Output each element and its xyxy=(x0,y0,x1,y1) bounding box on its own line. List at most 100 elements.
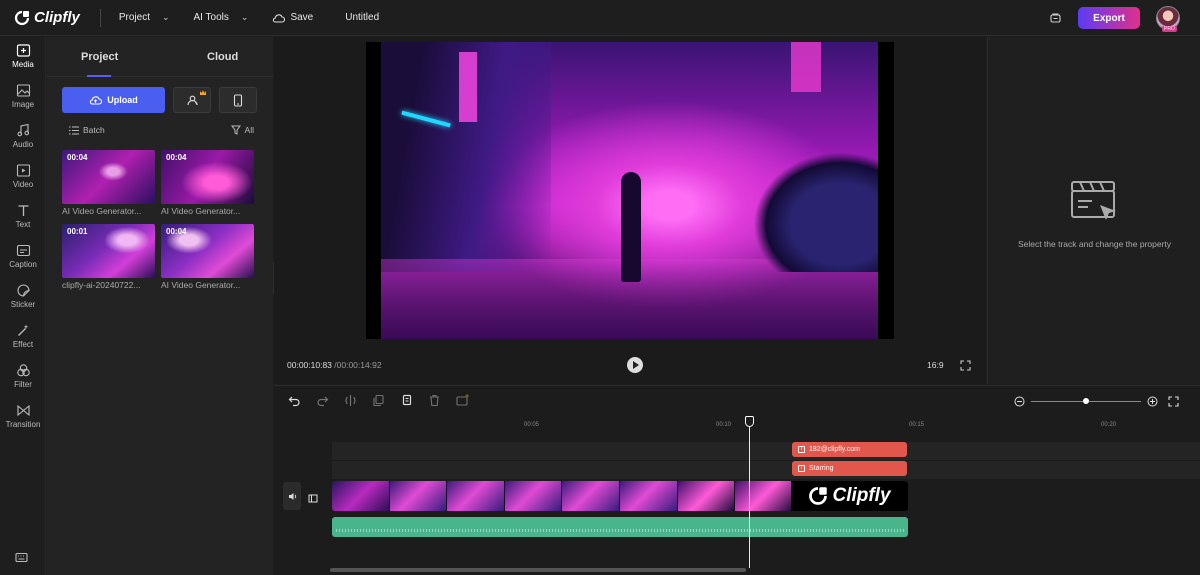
timeline: 00:05 00:10 00:15 00:20 T 182@clipfly.co… xyxy=(274,385,1200,575)
clip-frame xyxy=(677,481,736,511)
audio-waveform xyxy=(336,529,904,532)
media-actions: Upload xyxy=(62,87,257,113)
zoom-out-icon[interactable] xyxy=(1014,396,1025,407)
document-title[interactable]: Untitled xyxy=(345,12,379,23)
upload-label: Upload xyxy=(107,95,138,105)
redo-icon[interactable] xyxy=(316,394,329,407)
crown-icon xyxy=(200,90,206,95)
media-duration: 00:01 xyxy=(67,227,88,236)
scene-figure xyxy=(621,172,641,282)
rail-label: Filter xyxy=(14,380,32,389)
fullscreen-icon xyxy=(960,360,971,371)
top-bar: Clipfly Project ⌄ AI Tools ⌄ Save Untitl… xyxy=(0,0,1200,36)
rail-label: Caption xyxy=(9,260,37,269)
rail-item-audio[interactable]: Audio xyxy=(0,123,46,149)
copy-icon[interactable] xyxy=(372,394,385,407)
filter-label: All xyxy=(244,125,254,135)
speaker-icon xyxy=(288,492,296,500)
rail-label: Audio xyxy=(12,140,34,149)
media-tabs: Project Cloud xyxy=(47,37,273,77)
text-clip-label: 182@clipfly.com xyxy=(809,446,860,453)
avatar[interactable]: PRO xyxy=(1156,6,1180,32)
media-duration: 00:04 xyxy=(166,227,187,236)
keyboard-shortcuts-button[interactable] xyxy=(15,550,28,568)
playhead[interactable] xyxy=(745,416,754,568)
undo-icon[interactable] xyxy=(288,394,301,407)
media-item[interactable]: 00:04 AI Video Generator... xyxy=(161,224,254,290)
rail-item-media[interactable]: Media xyxy=(0,43,46,69)
tab-project[interactable]: Project xyxy=(47,37,147,77)
media-item[interactable]: 00:04 AI Video Generator... xyxy=(62,150,155,216)
audio-clip[interactable] xyxy=(332,517,908,537)
duplicate-icon[interactable] xyxy=(400,394,413,407)
media-duration: 00:04 xyxy=(67,153,88,162)
ai-tools-menu[interactable]: AI Tools ⌄ xyxy=(194,12,249,23)
fit-timeline-icon[interactable] xyxy=(1168,396,1179,407)
media-name: clipfly-ai-20240722... xyxy=(62,280,141,290)
zoom-in-icon[interactable] xyxy=(1147,396,1158,407)
transition-icon xyxy=(16,404,30,417)
rail-item-caption[interactable]: Caption xyxy=(0,243,46,269)
rail-item-filter[interactable]: Filter xyxy=(0,363,46,389)
pro-badge: PRO xyxy=(1162,26,1177,32)
ruler-label: 00:20 xyxy=(1101,422,1117,428)
media-duration: 00:04 xyxy=(166,153,187,162)
zoom-slider[interactable] xyxy=(1031,398,1141,404)
preview-frame xyxy=(381,42,878,339)
upload-button[interactable]: Upload xyxy=(62,87,165,113)
property-panel: Select the track and change the property xyxy=(987,37,1200,384)
filter-button[interactable]: All xyxy=(230,125,254,135)
rail-item-transition[interactable]: Transition xyxy=(0,403,46,429)
rail-item-text[interactable]: Text xyxy=(0,203,46,229)
batch-button[interactable]: Batch xyxy=(69,125,105,135)
clipfly-logo[interactable]: Clipfly xyxy=(14,9,80,26)
mute-track-button[interactable] xyxy=(283,482,301,510)
aspect-ratio-button[interactable]: 16:9 xyxy=(927,360,944,370)
playhead-handle[interactable] xyxy=(745,416,754,427)
ruler-label: 00:15 xyxy=(909,422,925,428)
video-icon xyxy=(16,164,30,177)
clipfly-logo-icon xyxy=(809,487,828,505)
video-preview[interactable] xyxy=(366,42,894,339)
export-button[interactable]: Export xyxy=(1078,7,1140,29)
ruler-label: 00:05 xyxy=(524,422,540,428)
record-audio-button[interactable] xyxy=(173,87,211,113)
project-menu-label: Project xyxy=(118,12,150,23)
delete-icon[interactable] xyxy=(428,394,441,407)
rail-label: Sticker xyxy=(10,300,36,309)
fullscreen-button[interactable] xyxy=(960,358,971,376)
tab-cloud[interactable]: Cloud xyxy=(147,37,273,76)
project-menu[interactable]: Project ⌄ xyxy=(119,12,170,23)
rail-item-video[interactable]: Video xyxy=(0,163,46,189)
save-button[interactable]: Save xyxy=(272,12,313,23)
media-item[interactable]: 00:04 AI Video Generator... xyxy=(161,150,254,216)
split-icon[interactable] xyxy=(344,394,357,407)
playback-bar: 00:00:10:83 /00:00:14:92 16:9 xyxy=(274,355,986,375)
effect-icon xyxy=(17,324,28,336)
mobile-upload-button[interactable] xyxy=(219,87,257,113)
outro-clip[interactable]: Clipfly xyxy=(791,481,908,511)
list-controls: Batch All xyxy=(69,125,254,135)
text-clip-icon: T xyxy=(798,446,805,453)
media-name: AI Video Generator... xyxy=(62,206,142,216)
save-label: Save xyxy=(290,12,314,23)
text-clip[interactable]: T Starring xyxy=(792,461,907,476)
total-time: /00:00:14:92 xyxy=(334,360,382,370)
zoom-slider-knob[interactable] xyxy=(1083,398,1089,404)
media-panel: Project Cloud Upload Batch All 00:04 AI … xyxy=(47,37,273,575)
timeline-toolbar xyxy=(288,394,469,407)
feedback-icon[interactable] xyxy=(1049,12,1062,25)
media-item[interactable]: 00:01 clipfly-ai-20240722... xyxy=(62,224,155,290)
timecode: 00:00:10:83 /00:00:14:92 xyxy=(287,360,382,370)
rail-item-sticker[interactable]: Sticker xyxy=(0,283,46,309)
timeline-scrollbar[interactable] xyxy=(330,568,746,572)
time-ruler[interactable]: 00:05 00:10 00:15 00:20 xyxy=(332,420,1200,434)
play-button[interactable] xyxy=(627,357,643,373)
text-clip[interactable]: T 182@clipfly.com xyxy=(792,442,907,457)
track-cover-button[interactable] xyxy=(308,490,318,508)
rail-item-image[interactable]: Image xyxy=(0,83,46,109)
rail-item-effect[interactable]: Effect xyxy=(0,323,46,349)
freeze-frame-icon[interactable] xyxy=(456,394,469,407)
top-right-actions: Export PRO xyxy=(1049,6,1180,32)
chevron-down-icon: ⌄ xyxy=(240,12,249,22)
